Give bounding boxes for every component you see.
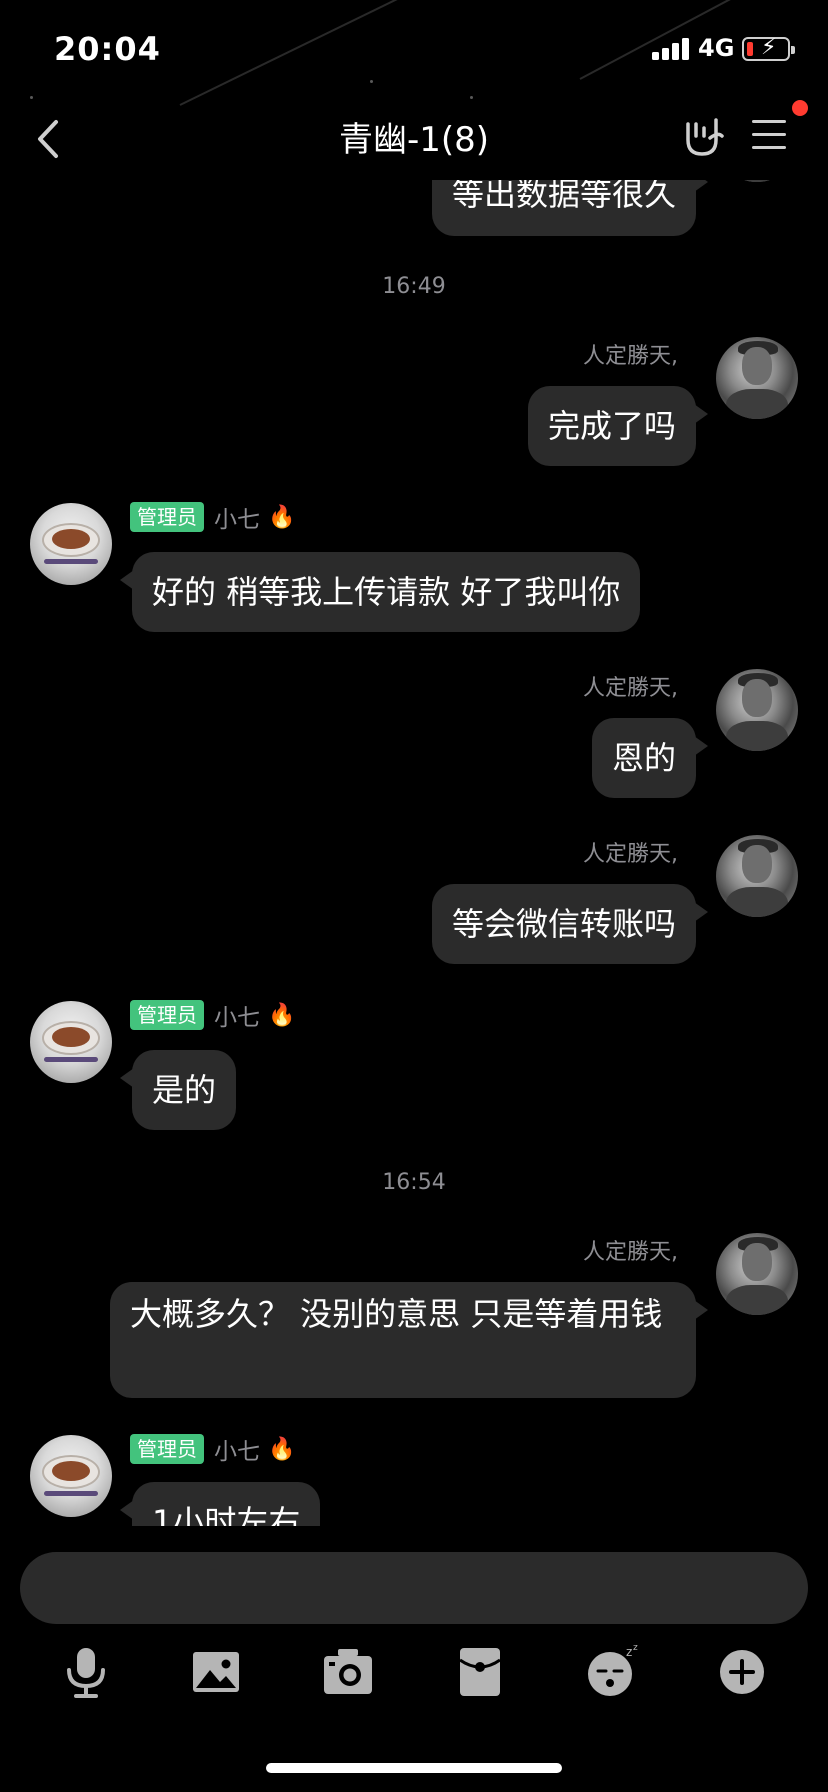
message-bubble[interactable]: 恩的 <box>591 718 709 798</box>
camera-button[interactable] <box>316 1640 380 1704</box>
admin-badge: 管理员 <box>130 1000 204 1030</box>
message-bubble[interactable]: 是的 <box>119 1050 237 1130</box>
fire-icon: 🔥 <box>268 504 296 530</box>
input-toolbar: z z <box>0 1640 828 1704</box>
avatar[interactable] <box>30 1001 112 1083</box>
timestamp: 16:49 <box>382 274 446 299</box>
message-bubble[interactable]: 完成了吗 <box>527 386 709 466</box>
sender-name: 人定勝天, <box>583 1240 678 1265</box>
network-type: 4G <box>698 34 735 62</box>
sender-name: 小七 <box>214 1439 260 1465</box>
avatar[interactable] <box>716 835 798 917</box>
sender-name: 人定勝天, <box>583 344 678 369</box>
image-button[interactable] <box>184 1640 248 1704</box>
avatar[interactable] <box>30 503 112 585</box>
status-time: 20:04 <box>54 30 161 68</box>
background-star <box>470 96 473 99</box>
emoji-icon: z z <box>588 1643 638 1696</box>
red-packet-button[interactable] <box>448 1640 512 1704</box>
avatar[interactable] <box>716 669 798 751</box>
svg-text:z: z <box>633 1643 638 1653</box>
camera-icon <box>324 1649 372 1694</box>
message-bubble[interactable]: 1小时左右 <box>119 1482 321 1526</box>
fire-icon: 🔥 <box>268 1436 296 1462</box>
timestamp: 16:54 <box>382 1170 446 1195</box>
rock-hand-button[interactable] <box>678 110 726 158</box>
avatar[interactable] <box>716 180 798 182</box>
more-button[interactable] <box>710 1640 774 1704</box>
sender-row: 管理员 小七 🔥 <box>130 501 295 533</box>
sender-row: 管理员 小七 🔥 <box>130 999 295 1031</box>
fire-icon: 🔥 <box>268 1002 296 1028</box>
message-bubble[interactable]: 好的 稍等我上传请款 好了我叫你 <box>119 552 641 632</box>
svg-text:z: z <box>626 1645 632 1659</box>
avatar[interactable] <box>716 1233 798 1315</box>
menu-button[interactable] <box>748 114 790 154</box>
message-input[interactable] <box>20 1552 808 1624</box>
voice-button[interactable] <box>54 1640 118 1704</box>
home-indicator[interactable] <box>266 1763 562 1773</box>
emoji-button[interactable]: z z <box>580 1640 644 1704</box>
signal-icon <box>652 38 692 60</box>
image-icon <box>193 1652 239 1692</box>
notification-dot <box>792 100 808 116</box>
status-bar: 20:04 4G ⚡ <box>0 0 828 106</box>
sender-name: 人定勝天, <box>583 842 678 867</box>
red-packet-icon <box>459 1648 501 1696</box>
message-list[interactable]: 等出数据等很久 16:49 人定勝天, 完成了吗 管理员 小七 🔥 好的 稍等我… <box>0 180 828 1526</box>
avatar[interactable] <box>30 1435 112 1517</box>
sender-row: 管理员 小七 🔥 <box>130 1433 295 1465</box>
admin-badge: 管理员 <box>130 1434 204 1464</box>
sender-name: 小七 <box>214 507 260 533</box>
background-star <box>370 80 373 83</box>
rock-hand-icon <box>686 118 724 156</box>
battery-icon: ⚡ <box>742 35 795 61</box>
admin-badge: 管理员 <box>130 502 204 532</box>
avatar[interactable] <box>716 337 798 419</box>
message-bubble[interactable]: 等出数据等很久 <box>431 180 709 236</box>
plus-icon <box>720 1650 764 1694</box>
message-bubble[interactable]: 大概多久？ 没别的意思 只是等着用钱 <box>110 1282 708 1398</box>
nav-bar: 青幽-1(8) <box>0 100 828 180</box>
microphone-icon <box>67 1648 105 1698</box>
background-star <box>30 96 33 99</box>
sender-name: 小七 <box>214 1005 260 1031</box>
background-streak <box>179 0 469 106</box>
sender-name: 人定勝天, <box>583 676 678 701</box>
message-bubble[interactable]: 等会微信转账吗 <box>431 884 709 964</box>
